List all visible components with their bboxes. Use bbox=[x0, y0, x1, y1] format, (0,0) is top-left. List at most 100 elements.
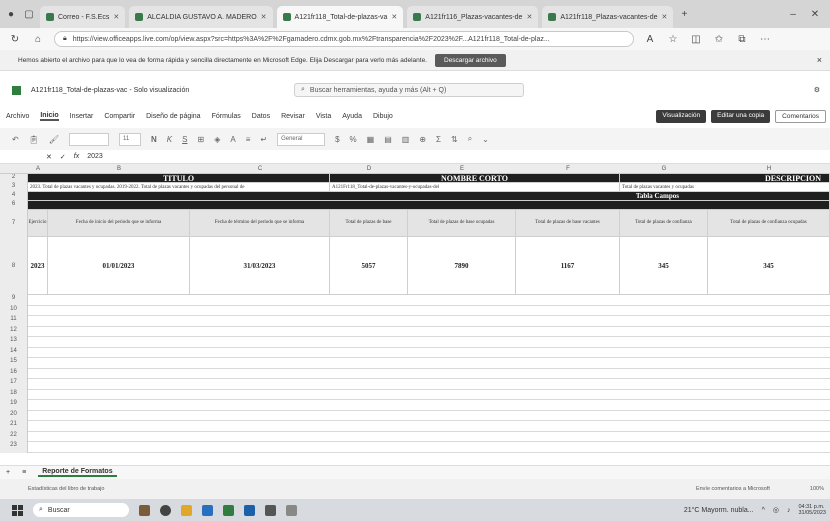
row-number[interactable]: 4 bbox=[0, 192, 28, 201]
edit-copy-button[interactable]: Editar una copia bbox=[711, 109, 771, 123]
zoom-level[interactable]: 100% bbox=[810, 486, 830, 492]
font-family-dropdown[interactable] bbox=[69, 132, 110, 146]
col-header-cell[interactable]: Fecha de término del periodo que se info… bbox=[190, 210, 330, 237]
description-value[interactable]: Total de plazas vacantes y ocupadas bbox=[620, 183, 830, 192]
volume-icon[interactable]: ♪ bbox=[787, 507, 791, 514]
search-box[interactable]: ⌕ Buscar herramientas, ayuda y más (Alt … bbox=[294, 83, 524, 97]
tabla-campos-banner[interactable]: Tabla Campos bbox=[28, 192, 830, 201]
profile-icon[interactable]: ● bbox=[4, 7, 18, 21]
tab-close-icon[interactable]: ✕ bbox=[261, 13, 267, 21]
file-explorer-icon[interactable] bbox=[181, 504, 192, 516]
menu-dibujo[interactable]: Dibujo bbox=[373, 113, 393, 120]
row-number[interactable]: 13 bbox=[0, 337, 28, 348]
col-header-cell[interactable]: Total de plazas de base bbox=[330, 210, 408, 237]
clock[interactable]: 04:31 p.m. 31/05/2023 bbox=[798, 504, 826, 516]
minimize-icon[interactable]: – bbox=[786, 7, 800, 21]
row-number[interactable]: 11 bbox=[0, 316, 28, 327]
close-window-icon[interactable]: ✕ bbox=[808, 7, 822, 21]
browser-tab[interactable]: Correo - F.S.Ecs ✕ bbox=[40, 6, 126, 28]
sheet-list-icon[interactable]: ≡ bbox=[22, 469, 26, 476]
viewing-mode-button[interactable]: Visualización bbox=[656, 109, 707, 123]
tab-close-icon[interactable]: ✕ bbox=[391, 13, 397, 21]
row-number[interactable]: 19 bbox=[0, 400, 28, 411]
address-bar[interactable]: 🔒︎ https://view.officeapps.live.com/op/v… bbox=[54, 31, 634, 47]
edge-icon[interactable] bbox=[202, 504, 213, 516]
fill-color-icon[interactable]: ◈ bbox=[214, 135, 220, 144]
settings-gear-icon[interactable]: ⚙ bbox=[814, 86, 820, 94]
data-cell[interactable]: 345 bbox=[620, 237, 708, 295]
col-header-cell[interactable]: Ejercicio bbox=[28, 210, 48, 237]
data-cell[interactable]: 2023 bbox=[28, 237, 48, 295]
undo-icon[interactable]: ↶ bbox=[12, 135, 19, 144]
description-header[interactable]: DESCRIPCION bbox=[620, 174, 830, 183]
column-header[interactable]: C bbox=[190, 164, 330, 174]
comments-button[interactable]: Comentarios bbox=[775, 109, 826, 123]
menu-revisar[interactable]: Revisar bbox=[281, 113, 305, 120]
feedback-link[interactable]: Envíe comentarios a Microsoft bbox=[696, 486, 810, 492]
collections-icon[interactable]: ⧉ bbox=[735, 32, 749, 46]
data-cell[interactable]: 5057 bbox=[330, 237, 408, 295]
confirm-icon[interactable]: ✓ bbox=[60, 153, 66, 161]
data-cell[interactable]: 345 bbox=[708, 237, 830, 295]
browser-tab-active[interactable]: A121fr118_Total-de-plazas-va ✕ bbox=[276, 6, 404, 28]
row-number[interactable]: 14 bbox=[0, 347, 28, 358]
autosum-icon[interactable]: Σ bbox=[436, 135, 441, 144]
underline-icon[interactable]: S bbox=[182, 135, 187, 144]
row-number[interactable]: 6 bbox=[0, 201, 28, 210]
italic-icon[interactable]: K bbox=[167, 135, 172, 144]
word-app-icon[interactable] bbox=[244, 504, 255, 516]
row-number[interactable]: 18 bbox=[0, 389, 28, 400]
font-size-dropdown[interactable]: 11 bbox=[119, 132, 142, 146]
tab-close-icon[interactable]: ✕ bbox=[526, 13, 532, 21]
menu-insertar[interactable]: Insertar bbox=[70, 113, 94, 120]
menu-ayuda[interactable]: Ayuda bbox=[342, 113, 362, 120]
store-icon[interactable] bbox=[265, 504, 276, 516]
align-icon[interactable]: ≡ bbox=[246, 135, 251, 144]
column-header[interactable]: D bbox=[330, 164, 408, 174]
row-number[interactable]: 23 bbox=[0, 442, 28, 453]
cancel-icon[interactable]: ✕ bbox=[46, 153, 52, 161]
data-cell[interactable]: 01/01/2023 bbox=[48, 237, 190, 295]
taskbar-search[interactable]: ⌕ Buscar bbox=[33, 503, 129, 517]
split-screen-icon[interactable]: ◫ bbox=[689, 32, 703, 46]
menu-vista[interactable]: Vista bbox=[316, 113, 331, 120]
cell-styles-icon[interactable]: ▥ bbox=[402, 135, 410, 144]
sort-filter-icon[interactable]: ⇅ bbox=[451, 135, 458, 144]
wrap-icon[interactable]: ↵ bbox=[260, 135, 267, 144]
home-icon[interactable]: ⌂ bbox=[31, 32, 45, 46]
title-value[interactable]: 2023. Total de plazas vacantes y ocupada… bbox=[28, 183, 330, 192]
row-number[interactable]: 15 bbox=[0, 358, 28, 369]
settings-app-icon[interactable] bbox=[286, 504, 297, 516]
borders-icon[interactable]: ⊞ bbox=[197, 135, 204, 144]
col-header-cell[interactable]: Total de plazas de base ocupadas bbox=[408, 210, 516, 237]
data-cell[interactable]: 7890 bbox=[408, 237, 516, 295]
read-aloud-icon[interactable]: A bbox=[643, 32, 657, 46]
formula-value[interactable]: 2023 bbox=[87, 153, 103, 160]
row-number[interactable]: 3 bbox=[0, 183, 28, 192]
col-header-cell[interactable]: Total de plazas de confianza ocupadas bbox=[708, 210, 830, 237]
favorites-icon[interactable]: ✩ bbox=[712, 32, 726, 46]
task-view-icon[interactable] bbox=[160, 504, 171, 516]
close-info-icon[interactable]: × bbox=[817, 55, 830, 65]
row-number[interactable]: 7 bbox=[0, 210, 28, 237]
short-name-header[interactable]: NOMBRE CORTO bbox=[330, 174, 620, 183]
row-number[interactable]: 8 bbox=[0, 237, 28, 295]
short-name-value[interactable]: A121Fr118_Total-de-plazas-vacantes-y-ocu… bbox=[330, 183, 620, 192]
tab-actions-icon[interactable]: ▢ bbox=[22, 7, 36, 21]
row-number[interactable]: 22 bbox=[0, 431, 28, 442]
refresh-icon[interactable]: ↻ bbox=[8, 32, 22, 46]
number-format-dropdown[interactable]: General bbox=[277, 132, 326, 146]
data-cell[interactable]: 31/03/2023 bbox=[190, 237, 330, 295]
row-number[interactable]: 20 bbox=[0, 410, 28, 421]
data-cell[interactable]: 1167 bbox=[516, 237, 620, 295]
col-header-cell[interactable]: Total de plazas de confianza bbox=[620, 210, 708, 237]
font-color-icon[interactable]: A bbox=[230, 135, 235, 144]
favorite-star-icon[interactable]: ☆ bbox=[666, 32, 680, 46]
browser-tab[interactable]: ALCALDIA GUSTAVO A. MADERO ✕ bbox=[129, 6, 273, 28]
add-sheet-icon[interactable]: + bbox=[6, 469, 10, 476]
column-header[interactable]: F bbox=[516, 164, 620, 174]
more-options-icon[interactable]: ⌄ bbox=[482, 135, 489, 144]
download-button[interactable]: Descargar archivo bbox=[435, 53, 506, 67]
find-icon[interactable]: ⌕ bbox=[468, 134, 472, 144]
menu-datos[interactable]: Datos bbox=[252, 113, 270, 120]
